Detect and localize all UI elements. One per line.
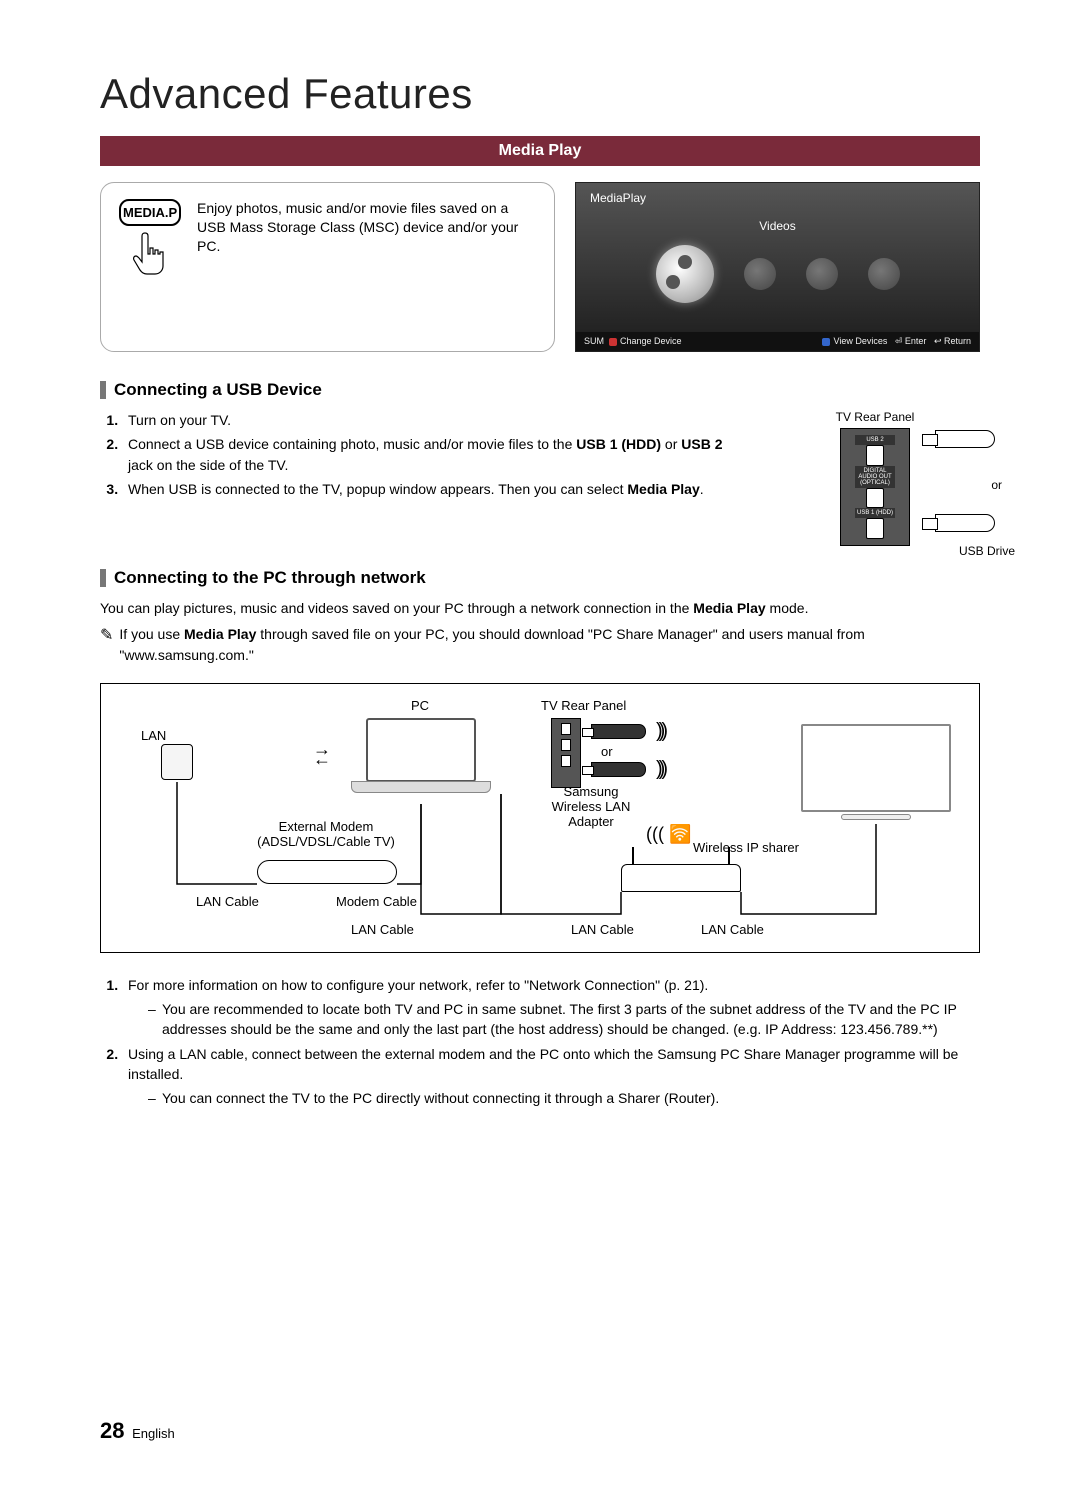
section-heading-text: Connecting a USB Device: [114, 380, 322, 400]
media-play-callout: MEDIA.P Enjoy photos, music and/or movie…: [100, 182, 555, 352]
section-heading-usb: Connecting a USB Device: [100, 380, 980, 400]
page-number: 28: [100, 1418, 124, 1443]
change-device-label: Change Device: [620, 336, 682, 346]
tv-footer-left: SUM Change Device: [584, 336, 682, 347]
red-button-icon: [609, 336, 620, 346]
section-bar: Media Play: [100, 136, 980, 166]
step-3: When USB is connected to the TV, popup w…: [122, 479, 740, 499]
page-title: Advanced Features: [100, 70, 980, 118]
network-steps: For more information on how to configure…: [100, 975, 980, 1109]
usb-steps: Turn on your TV. Connect a USB device co…: [100, 410, 740, 503]
view-devices-label: View Devices: [833, 336, 887, 346]
tv-thumb-icon: [868, 258, 900, 290]
net-step-2-sub: You can connect the TV to the PC directl…: [148, 1088, 980, 1108]
tv-app-name: MediaPlay: [576, 183, 979, 205]
usb-drive-icon: [935, 514, 995, 532]
usb-diagram: TV Rear Panel USB 2 DIGITAL AUDIO OUT (O…: [770, 410, 980, 546]
network-diagram: PC TV Rear Panel LAN External Modem (ADS…: [100, 683, 980, 953]
port-icon: [866, 488, 884, 509]
section-heading-text: Connecting to the PC through network: [114, 568, 426, 588]
net-step-2: Using a LAN cable, connect between the e…: [122, 1044, 980, 1109]
page-language: English: [132, 1426, 175, 1441]
mediap-button-label: MEDIA.P: [119, 199, 181, 226]
net-step-1: For more information on how to configure…: [122, 975, 980, 1040]
tv-footer-right: View Devices ⏎ Enter ↩ Return: [822, 336, 971, 347]
port-icon: [866, 518, 884, 539]
film-reel-icon: [656, 245, 714, 303]
audio-port-label: DIGITAL AUDIO OUT (OPTICAL): [855, 466, 895, 488]
mediap-remote-icon: MEDIA.P: [119, 199, 181, 311]
usb-drive-label: USB Drive: [959, 544, 1015, 558]
usb-drive-icon: [935, 430, 995, 448]
tv-screenshot: MediaPlay Videos SUM Change Device View …: [575, 182, 980, 352]
network-note: ✎ If you use Media Play through saved fi…: [100, 624, 980, 665]
tv-category: Videos: [576, 219, 979, 233]
page-footer: 28 English: [100, 1418, 175, 1444]
net-step-1-sub: You are recommended to locate both TV an…: [148, 999, 980, 1040]
port-icon: [866, 445, 884, 466]
enter-label: Enter: [905, 336, 927, 346]
network-intro: You can play pictures, music and videos …: [100, 598, 980, 618]
rear-panel-label: TV Rear Panel: [770, 410, 980, 424]
step-1: Turn on your TV.: [122, 410, 740, 430]
rear-panel-icon: USB 2 DIGITAL AUDIO OUT (OPTICAL) USB 1 …: [840, 428, 910, 546]
cable-lines: [101, 684, 979, 952]
usb2-port-label: USB 2: [855, 435, 895, 445]
usb1-port-label: USB 1 (HDD): [855, 508, 895, 518]
note-icon: ✎: [100, 624, 113, 665]
tv-thumb-icon: [744, 258, 776, 290]
section-heading-network: Connecting to the PC through network: [100, 568, 980, 588]
mediap-description: Enjoy photos, music and/or movie files s…: [197, 199, 536, 311]
step-2: Connect a USB device containing photo, m…: [122, 434, 740, 475]
tv-thumb-icon: [806, 258, 838, 290]
sum-label: SUM: [584, 336, 604, 346]
or-label: or: [991, 478, 1002, 492]
return-label: Return: [944, 336, 971, 346]
blue-button-icon: [822, 336, 833, 346]
hand-icon: [119, 232, 181, 280]
